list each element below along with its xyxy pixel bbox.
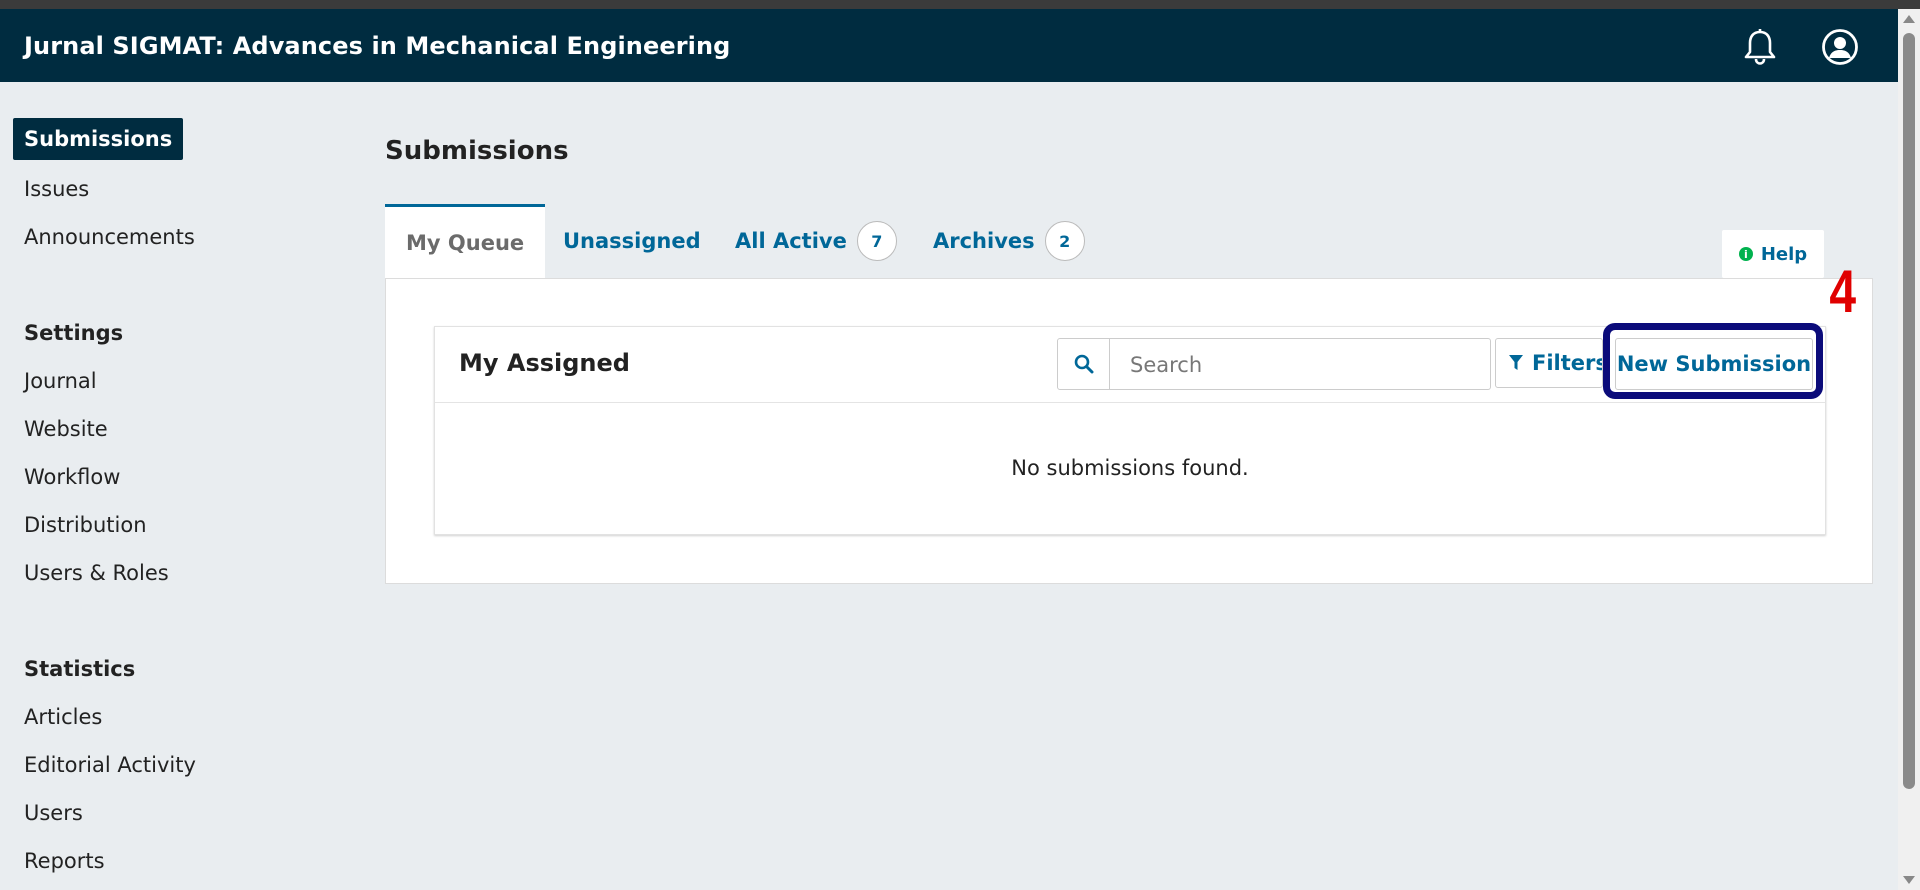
empty-state-message: No submissions found. <box>1011 456 1249 480</box>
search-input[interactable] <box>1110 339 1502 391</box>
sidebar-item-distribution[interactable]: Distribution <box>24 513 147 537</box>
scroll-down-icon[interactable] <box>1903 876 1915 884</box>
tab-unassigned[interactable]: Unassigned <box>563 204 701 278</box>
tab-label: Archives <box>933 229 1035 253</box>
sidebar-item-workflow[interactable]: Workflow <box>24 465 120 489</box>
tab-all-active[interactable]: All Active 7 <box>735 204 897 278</box>
search-box <box>1057 338 1502 391</box>
page-title: Submissions <box>385 136 569 166</box>
bell-icon[interactable] <box>1740 27 1780 67</box>
sidebar-item-submissions[interactable]: Submissions <box>13 118 184 160</box>
filter-icon <box>1509 355 1523 370</box>
sidebar-item-website[interactable]: Website <box>24 417 108 441</box>
tab-label: All Active <box>735 229 847 253</box>
scrollbar-thumb[interactable] <box>1903 33 1915 789</box>
sidebar-item-journal[interactable]: Journal <box>24 369 97 393</box>
tab-my-queue[interactable]: My Queue <box>385 204 546 278</box>
filters-button[interactable]: Filters <box>1495 338 1603 388</box>
sidebar-heading-settings: Settings <box>24 321 124 345</box>
sidebar-item-users[interactable]: Users <box>24 801 83 825</box>
sidebar-heading-statistics: Statistics <box>24 657 136 681</box>
new-submission-button[interactable]: New Submission <box>1615 338 1813 390</box>
tab-archives[interactable]: Archives 2 <box>933 204 1085 278</box>
help-button[interactable]: i Help <box>1722 230 1824 278</box>
journal-title[interactable]: Jurnal SIGMAT: Advances in Mechanical En… <box>24 32 730 60</box>
page-scrollbar[interactable] <box>1898 9 1920 890</box>
count-badge: 7 <box>856 221 897 261</box>
sidebar-item-users-roles[interactable]: Users & Roles <box>24 561 169 585</box>
search-icon[interactable] <box>1058 339 1110 389</box>
sidebar-item-announcements[interactable]: Announcements <box>24 225 195 249</box>
sidebar-item-editorial-activity[interactable]: Editorial Activity <box>24 753 196 777</box>
sidebar-item-issues[interactable]: Issues <box>24 177 89 201</box>
list-title: My Assigned <box>459 349 630 377</box>
header-icons <box>1740 27 1860 67</box>
help-label: Help <box>1760 243 1808 265</box>
filters-label: Filters <box>1532 351 1603 375</box>
tab-label: My Queue <box>406 230 525 255</box>
user-account-icon[interactable] <box>1820 27 1860 67</box>
info-icon: i <box>1738 247 1753 261</box>
browser-top-strip <box>0 0 1920 9</box>
tab-label: Unassigned <box>563 229 701 253</box>
scroll-up-icon[interactable] <box>1903 15 1915 23</box>
count-badge: 2 <box>1044 221 1085 261</box>
annotation-step-number: 4 <box>1829 258 1857 325</box>
sidebar-item-reports[interactable]: Reports <box>24 849 105 873</box>
submissions-list-panel: My Assigned Filters New Submission No su… <box>434 326 1826 535</box>
app-header: Jurnal SIGMAT: Advances in Mechanical En… <box>0 9 1898 82</box>
tab-panel: My Assigned Filters New Submission No su… <box>385 278 1873 584</box>
list-header: My Assigned Filters New Submission <box>435 327 1825 403</box>
sidebar-item-articles[interactable]: Articles <box>24 705 102 729</box>
